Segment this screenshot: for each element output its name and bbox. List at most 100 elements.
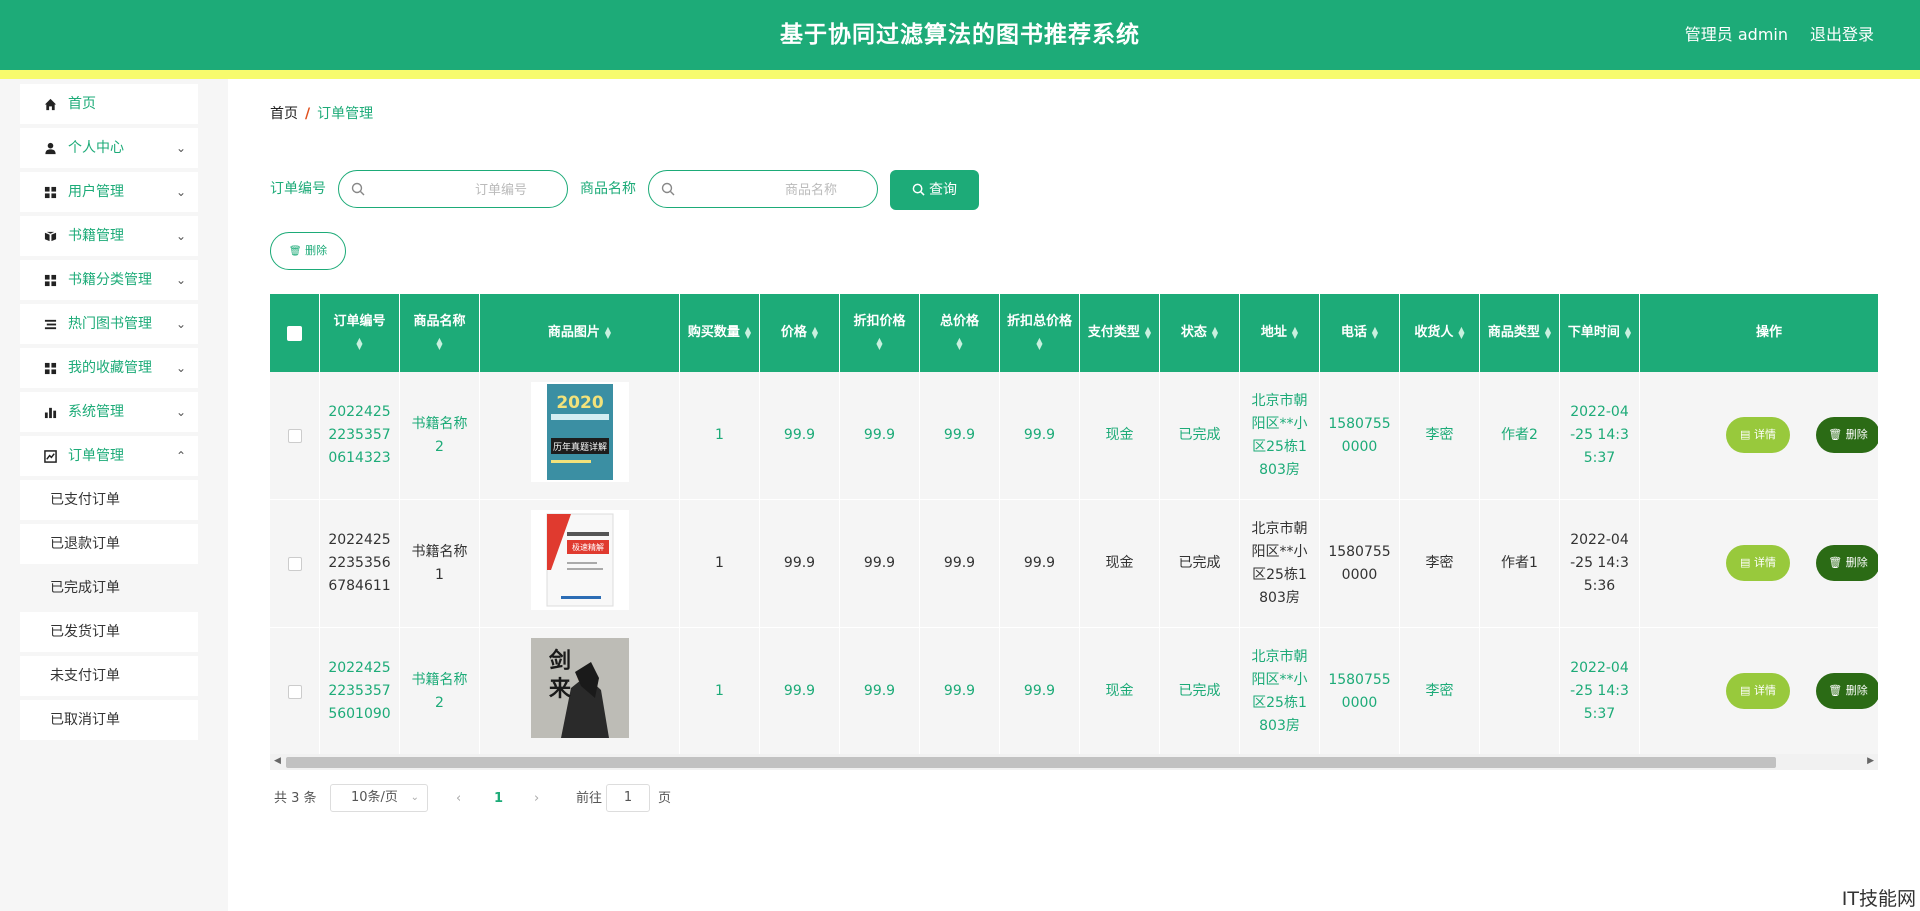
- sidebar-item-label: 系统管理: [68, 404, 124, 420]
- scrollbar-thumb[interactable]: [286, 757, 1776, 768]
- total-count: 共 3 条: [274, 791, 317, 806]
- column-header-label: 操作: [1755, 325, 1782, 340]
- sort-icon[interactable]: ▲ ▼: [436, 336, 442, 350]
- goto-page-input[interactable]: 1: [606, 784, 650, 812]
- sort-icon[interactable]: ▲ ▼: [1372, 325, 1378, 339]
- cell-line: 2022-04: [1570, 660, 1629, 676]
- page-number-current[interactable]: 1: [494, 784, 503, 814]
- sort-icon[interactable]: ▲ ▼: [745, 325, 751, 339]
- book-cover-image[interactable]: 极速精解: [530, 509, 629, 618]
- current-user[interactable]: 管理员 admin: [1685, 0, 1788, 70]
- sidebar-item-category-management[interactable]: 书籍分类管理 ⌄: [20, 260, 198, 300]
- sort-icon[interactable]: ▲ ▼: [956, 336, 962, 350]
- column-header[interactable]: 商品类型 ▲ ▼: [1480, 294, 1560, 372]
- column-header[interactable]: 收货人 ▲ ▼: [1400, 294, 1480, 372]
- next-page-icon[interactable]: ›: [534, 784, 539, 814]
- cell-line: 区25栋1: [1252, 566, 1307, 583]
- column-header[interactable]: 操作: [1640, 294, 1878, 372]
- sidebar-item-user-management[interactable]: 用户管理 ⌄: [20, 172, 198, 212]
- column-header-label: 价格: [780, 325, 807, 340]
- sort-icon[interactable]: ▲ ▼: [1145, 325, 1151, 339]
- cell-line: 5601090: [328, 706, 391, 722]
- cell-line: 2235357: [328, 427, 391, 443]
- discount-price-cell: 99.9: [840, 500, 920, 627]
- sort-icon[interactable]: ▲ ▼: [812, 325, 818, 339]
- sidebar-item-personal-center[interactable]: 个人中心 ⌄: [20, 128, 198, 168]
- submenu-refunded-orders[interactable]: 已退款订单: [20, 524, 198, 564]
- delete-button[interactable]: 🗑 删除: [1816, 417, 1878, 453]
- sidebar-item-home[interactable]: 首页: [20, 84, 198, 124]
- order-no-search-box[interactable]: [338, 170, 568, 208]
- submenu-paid-orders[interactable]: 已支付订单: [20, 480, 198, 520]
- order-no-input[interactable]: [375, 179, 529, 201]
- sort-icon[interactable]: ▲ ▼: [1036, 336, 1042, 350]
- column-header[interactable]: 订单编号 ▲ ▼: [320, 294, 400, 372]
- column-header-label: 购买数量: [687, 325, 740, 340]
- column-header[interactable]: 折扣价格 ▲ ▼: [840, 294, 920, 372]
- delete-button[interactable]: 🗑 删除: [1816, 545, 1878, 581]
- page-size-select[interactable]: 10条/页 ⌄: [330, 784, 428, 812]
- sidebar-item-hot-books[interactable]: 热门图书管理 ⌄: [20, 304, 198, 344]
- row-checkbox[interactable]: [287, 684, 302, 699]
- book-cover-image[interactable]: 剑来: [530, 637, 629, 746]
- submenu-completed-orders[interactable]: 已完成订单: [20, 568, 198, 608]
- horizontal-scrollbar[interactable]: ◀ ▶: [270, 754, 1878, 770]
- sort-icon[interactable]: ▲ ▼: [1625, 325, 1631, 339]
- sort-icon[interactable]: ▲ ▼: [1212, 325, 1218, 339]
- column-header[interactable]: 支付类型 ▲ ▼: [1080, 294, 1160, 372]
- cell-line: 5:37: [1583, 450, 1616, 466]
- batch-delete-button[interactable]: 🗑 删除: [270, 232, 346, 270]
- discount-total-cell: 99.9: [1000, 372, 1080, 499]
- column-header[interactable]: 购买数量 ▲ ▼: [680, 294, 760, 372]
- sort-icon[interactable]: ▲ ▼: [356, 336, 362, 350]
- breadcrumb-home[interactable]: 首页: [270, 106, 298, 122]
- order-no-cell: 2022425 2235356 6784611: [320, 500, 400, 627]
- delete-button[interactable]: 🗑 删除: [1816, 673, 1878, 709]
- trash-icon: 🗑: [1828, 556, 1843, 569]
- sidebar-item-favorites[interactable]: 我的收藏管理 ⌄: [20, 348, 198, 388]
- sort-icon[interactable]: ▲ ▼: [876, 336, 882, 350]
- sort-icon[interactable]: ▲ ▼: [1292, 325, 1298, 339]
- row-checkbox[interactable]: [287, 556, 302, 571]
- column-header[interactable]: 状态 ▲ ▼: [1160, 294, 1240, 372]
- column-header[interactable]: 地址 ▲ ▼: [1240, 294, 1320, 372]
- sidebar-item-book-management[interactable]: 书籍管理 ⌄: [20, 216, 198, 256]
- column-header[interactable]: 商品名称 ▲ ▼: [400, 294, 480, 372]
- column-header[interactable]: 价格 ▲ ▼: [760, 294, 840, 372]
- phone-cell: 1580755 0000: [1320, 500, 1400, 627]
- book-cover-image[interactable]: 2020 历年真题详解: [530, 381, 629, 490]
- submenu-cancelled-orders[interactable]: 已取消订单: [20, 700, 198, 740]
- submenu-shipped-orders[interactable]: 已发货订单: [20, 612, 198, 652]
- product-name-search-box[interactable]: [648, 170, 878, 208]
- column-header[interactable]: 下单时间 ▲ ▼: [1560, 294, 1640, 372]
- order-time-cell: 2022-04 -25 14:3 5:37: [1560, 372, 1640, 499]
- sort-icon[interactable]: ▲ ▼: [1458, 325, 1464, 339]
- column-header[interactable]: 电话 ▲ ▼: [1320, 294, 1400, 372]
- list-icon: [44, 319, 57, 330]
- sort-icon[interactable]: ▲ ▼: [1545, 325, 1551, 339]
- prev-page-icon[interactable]: ‹: [456, 784, 461, 814]
- column-header[interactable]: 折扣总价格 ▲ ▼: [1000, 294, 1080, 372]
- row-checkbox[interactable]: [287, 428, 302, 443]
- select-all-checkbox[interactable]: [287, 325, 302, 341]
- order-no-label: 订单编号: [270, 181, 326, 197]
- logout-link[interactable]: 退出登录: [1810, 0, 1874, 70]
- cell-line: 803房: [1259, 461, 1300, 478]
- detail-button[interactable]: ▤ 详情: [1726, 545, 1790, 581]
- cell-line: 北京市朝: [1251, 392, 1308, 409]
- column-header[interactable]: 商品图片 ▲ ▼: [480, 294, 680, 372]
- cell-line: 阳区**小: [1251, 671, 1308, 688]
- query-button[interactable]: 查询: [890, 170, 979, 210]
- sidebar-item-order-management[interactable]: 订单管理 ⌃: [20, 436, 198, 476]
- detail-button[interactable]: ▤ 详情: [1726, 417, 1790, 453]
- scroll-left-arrow-icon[interactable]: ◀: [274, 756, 281, 766]
- cell-line: 0000: [1341, 438, 1378, 455]
- column-header[interactable]: 总价格 ▲ ▼: [920, 294, 1000, 372]
- sort-icon[interactable]: ▲ ▼: [605, 325, 611, 339]
- submenu-unpaid-orders[interactable]: 未支付订单: [20, 656, 198, 696]
- scroll-right-arrow-icon[interactable]: ▶: [1867, 756, 1874, 766]
- product-name-input[interactable]: [685, 179, 839, 201]
- table-row: 2022425 2235357 0614323 书籍名称 2 2020 历年真题详解 1 99.…: [270, 372, 1878, 500]
- sidebar-item-system-management[interactable]: 系统管理 ⌄: [20, 392, 198, 432]
- detail-button[interactable]: ▤ 详情: [1726, 673, 1790, 709]
